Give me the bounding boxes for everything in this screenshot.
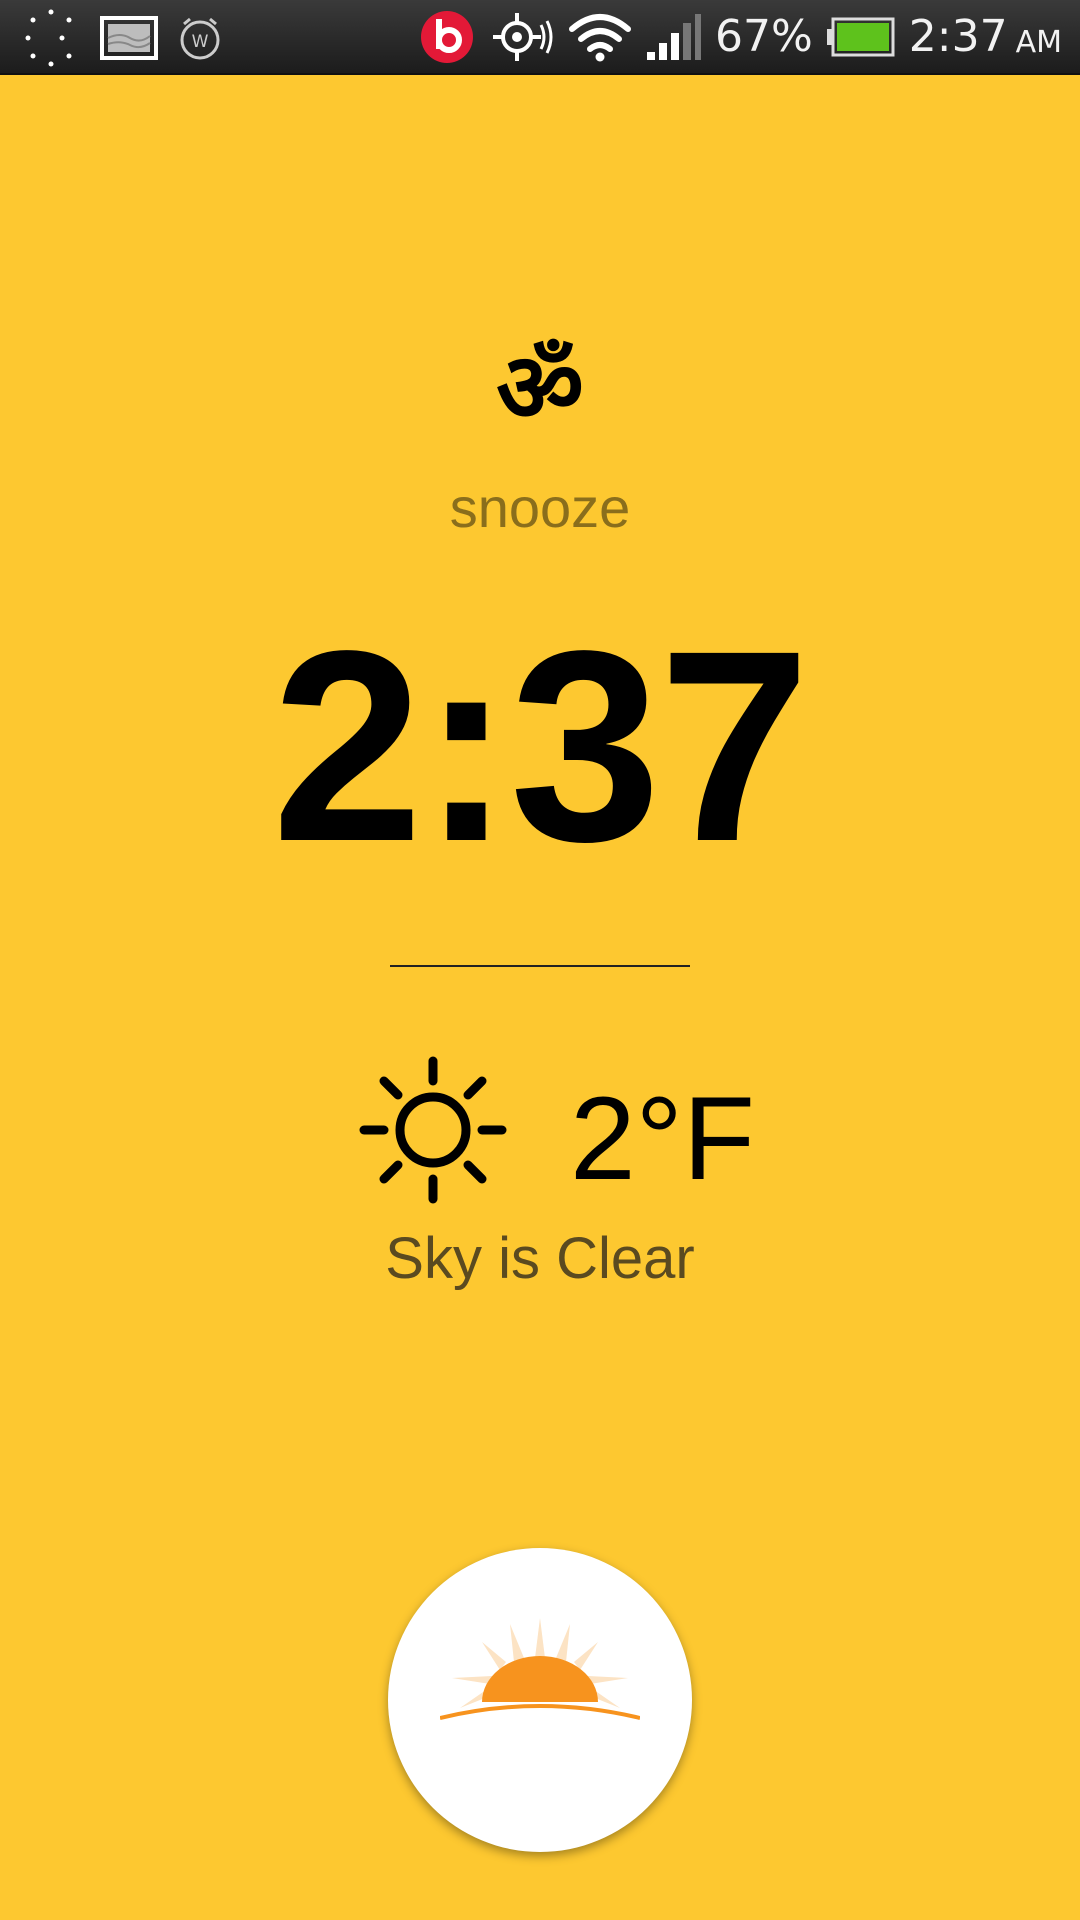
status-bar-right: 67% 2:37 AM [419, 6, 1062, 68]
battery-icon [826, 17, 895, 57]
battery-percent: 67% [714, 11, 813, 62]
temperature: 2°F [570, 1073, 755, 1205]
status-ampm: AM [1015, 25, 1062, 60]
weather-row: 2°F [0, 1055, 1080, 1225]
snooze-button[interactable]: snooze [0, 475, 1080, 540]
alarm-clock-time: 2:37 [271, 594, 810, 898]
om-symbol: ॐ [496, 332, 584, 444]
night-mode-icon [20, 7, 82, 69]
status-time: 2:37 [908, 11, 1008, 62]
wifi-icon [568, 11, 631, 63]
gps-icon [489, 9, 555, 65]
gallery-icon [100, 16, 158, 60]
signal-icon [645, 12, 701, 62]
status-bar: W 67% 2:37 AM [0, 0, 1080, 75]
dismiss-button[interactable] [388, 1548, 692, 1852]
status-bar-left: W [20, 8, 224, 68]
alarm-w-icon: W [176, 14, 224, 62]
svg-text:W: W [192, 32, 209, 52]
divider [390, 965, 690, 967]
weather-condition: Sky is Clear [385, 1226, 695, 1291]
sun-icon [358, 1055, 508, 1210]
alarm-screen: ॐ snooze 2:37 2°F Sky is Clear [0, 75, 1080, 1920]
beats-audio-icon [419, 9, 475, 65]
